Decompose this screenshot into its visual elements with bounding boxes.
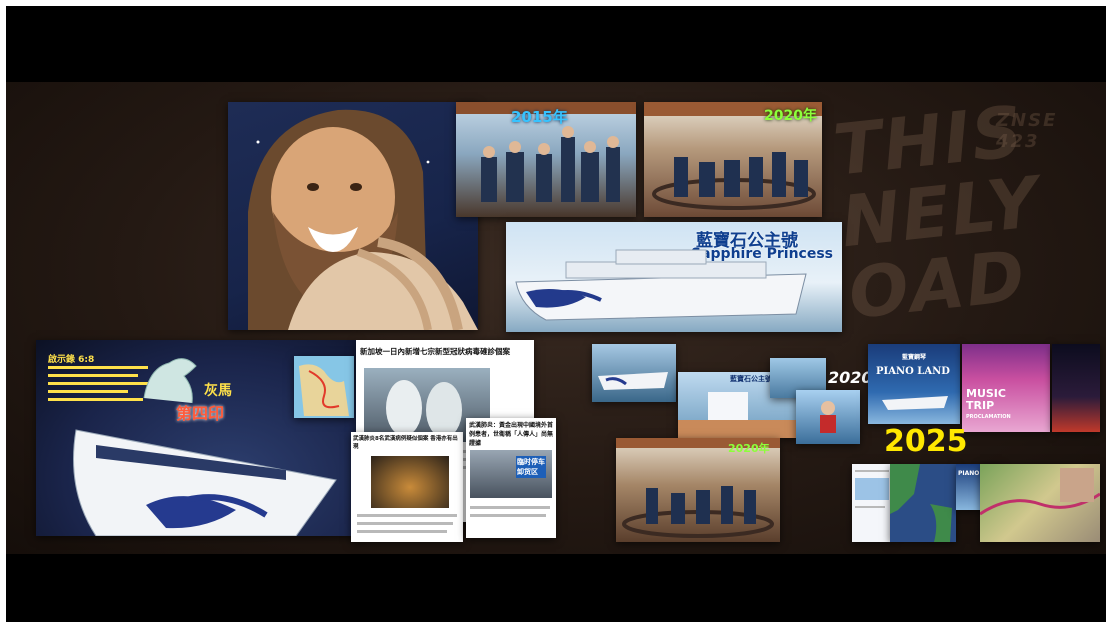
stage-photo — [1052, 344, 1100, 432]
boy-figure — [820, 401, 836, 433]
ship-photo-small — [592, 344, 676, 402]
letterbox-bottom — [6, 554, 1106, 622]
game-map — [980, 464, 1100, 542]
group-figures-mid — [622, 486, 774, 538]
ship-bow-drawing — [73, 429, 337, 536]
sapphire-princess-photo: 藍寶石公主號 Sapphire Princess — [506, 222, 842, 332]
photo-2020-top: 2020年 — [644, 102, 822, 217]
news-article-third: 武漢肺炎：黃金出現中國境外首例患者，世衛稱「人傳人」尚無證據 臨时停车 卸货区 — [466, 418, 556, 538]
market-photo: 臨时停车 卸货区 — [470, 450, 552, 498]
news-headline-2: 武漢肺炎：黃金出現中國境外首例患者，世衛稱「人傳人」尚無證據 — [469, 422, 554, 447]
night-city-photo — [371, 456, 449, 508]
ship-label-small: 藍寶石公主號 — [730, 375, 772, 383]
piano-ship-drawing — [882, 396, 948, 410]
game-map-drawing — [980, 468, 1100, 516]
small-ship-drawing — [598, 372, 668, 390]
music-trip-poster: MUSIC TRIP PROCLAMATION — [962, 344, 1050, 432]
sea-map — [890, 464, 956, 542]
group-figures-2020 — [652, 152, 816, 210]
news-caption: 武漢肺炎8名武漢病例疑似個案 香港亦有出現 — [353, 436, 458, 450]
ship-drawing — [515, 249, 807, 321]
news-headline: 新加坡一日內新增七宗新型冠狀病毒確診個案 — [360, 347, 510, 356]
collage-scene: THIS NELY OAD ZNSE 423 2015年 2020年 藍寶石公主… — [6, 82, 1106, 554]
year-2020-right-label: 2020 — [828, 368, 873, 387]
parking-sign: 臨时停车 卸货区 — [516, 456, 546, 478]
news-article-second: 武漢肺炎8名武漢病例疑似個案 香港亦有出現 — [351, 432, 463, 542]
group-figures — [481, 126, 620, 202]
jesus-illustration — [228, 102, 478, 330]
boy-photo — [796, 390, 860, 444]
sea-map-drawing — [890, 464, 952, 542]
phone-screenshot — [852, 464, 892, 542]
video-frame: THIS NELY OAD ZNSE 423 2015年 2020年 藍寶石公主… — [6, 6, 1106, 622]
jesus-drawing — [248, 109, 478, 330]
piano-land-poster: 藍寶鋼琴 PIANO LAND — [868, 344, 960, 424]
letterbox-top — [6, 6, 1106, 82]
photo-2015: 2015年 — [456, 102, 636, 217]
photo-2020-mid: 2020年 — [616, 438, 780, 542]
proclamation-text: PROCLAMATION — [966, 414, 1011, 420]
music-trip-title: MUSIC TRIP — [966, 387, 1006, 412]
background-code: ZNSE 423 — [996, 110, 1058, 152]
revelation-panel: 啟示錄 6:8 灰馬 第四印 — [36, 340, 358, 536]
year-2025-label: 2025 — [884, 424, 968, 459]
